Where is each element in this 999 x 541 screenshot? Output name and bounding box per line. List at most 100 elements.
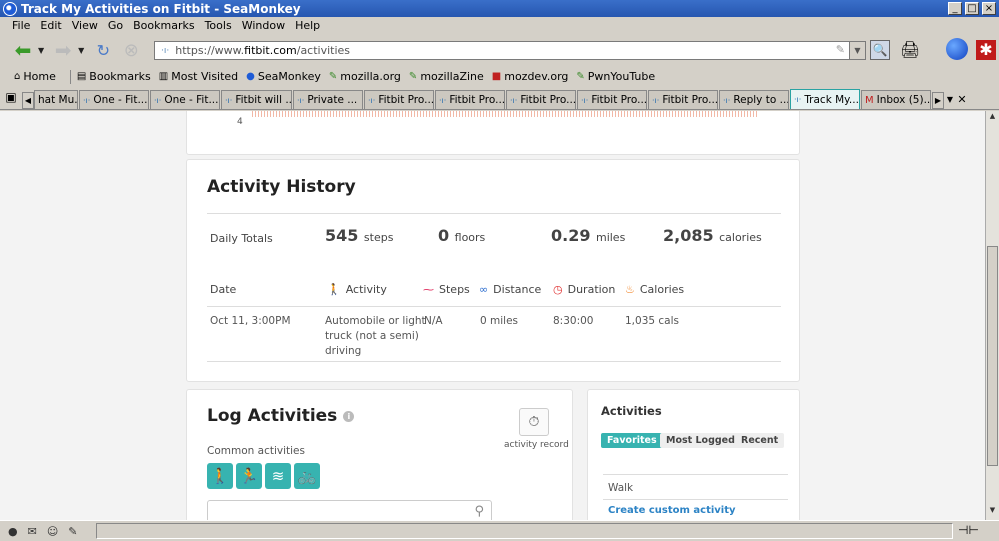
search-go-icon[interactable]: 🔍	[870, 40, 890, 60]
steps-value: 545	[325, 226, 359, 245]
tab-most-logged[interactable]: Most Logged	[660, 433, 741, 448]
daily-totals-row: Daily Totals 545 steps 0 floors 0.29 mil…	[207, 223, 781, 253]
menu-edit[interactable]: Edit	[40, 19, 61, 32]
tab[interactable]: hat Mu...	[34, 90, 78, 109]
seamonkey-logo-icon	[946, 38, 968, 60]
back-arrow-icon[interactable]: ⬅	[10, 37, 36, 63]
bookmark-bookmarks[interactable]: ▤ Bookmarks	[77, 70, 151, 83]
scroll-down-icon[interactable]: ▼	[987, 506, 998, 519]
stop-icon[interactable]: ⊗	[118, 37, 144, 63]
tab[interactable]: ·ı· Fitbit Pro...	[435, 90, 505, 109]
scrollbar-thumb[interactable]	[987, 246, 998, 466]
tab[interactable]: ·ı· Fitbit Pro...	[506, 90, 576, 109]
fitbit-favicon-icon: ·ı·	[297, 95, 305, 105]
tab[interactable]: ·ı· Private ...	[293, 90, 363, 109]
bookmark-page-icon[interactable]: ✎	[836, 43, 845, 56]
tab-bar: ▣ ◀ hat Mu... ·ı·One - Fit... ·ı·One - F…	[0, 89, 999, 110]
tab[interactable]: M Inbox (5)...	[861, 90, 931, 109]
tab-active[interactable]: ·ı· Track My...	[790, 89, 860, 109]
site-identity-icon: ·ı·	[161, 45, 170, 56]
close-window-button[interactable]: ×	[982, 2, 996, 15]
mail-icon[interactable]: ✉	[28, 525, 37, 538]
bookmark-mozillazine[interactable]: ✎ mozillaZine	[409, 70, 484, 83]
menu-bookmarks[interactable]: Bookmarks	[133, 19, 194, 32]
most-visited-icon: ▥	[158, 71, 169, 82]
activity-record-label[interactable]: activity record	[504, 440, 569, 450]
scroll-up-icon[interactable]: ▲	[987, 112, 998, 125]
fitbit-favicon-icon: ·ı·	[510, 95, 518, 105]
sidebar-toggle-icon[interactable]: ▣	[0, 90, 22, 109]
row-steps: N/A	[424, 315, 443, 327]
fitbit-favicon-icon: ·ı·	[368, 95, 376, 105]
activity-record-stopwatch-icon[interactable]: ⏱	[519, 408, 549, 436]
divider	[207, 361, 781, 362]
menu-go[interactable]: Go	[108, 19, 123, 32]
bookmark-home[interactable]: ⌂ Home	[14, 70, 56, 83]
walk-activity-icon[interactable]: 🚶	[207, 463, 233, 489]
row-calories: 1,035 cals	[625, 315, 679, 327]
tab[interactable]: ·ı· Fitbit will ...	[221, 90, 292, 109]
forward-arrow-icon[interactable]: ➡	[50, 37, 76, 63]
log-activities-title-text: Log Activities	[207, 406, 338, 426]
tab[interactable]: ·ı· Fitbit Pro...	[648, 90, 718, 109]
url-path: /activities	[296, 44, 351, 57]
tab[interactable]: ·ı· Fitbit Pro...	[364, 90, 434, 109]
menu-help[interactable]: Help	[295, 19, 320, 32]
fitbit-favicon-icon: ·ı·	[439, 95, 447, 105]
bookmark-pwnyoutube[interactable]: ✎ PwnYouTube	[576, 70, 655, 83]
create-custom-activity-link[interactable]: Create custom activity	[608, 505, 736, 516]
tab[interactable]: ·ı· Reply to ...	[719, 90, 789, 109]
floors-value: 0	[438, 226, 450, 245]
scroll-tabs-right-icon[interactable]: ▶	[932, 92, 944, 109]
composer-icon[interactable]: ✎	[68, 525, 77, 538]
forward-dropdown-icon[interactable]: ▼	[78, 46, 84, 55]
print-icon[interactable]: 🖨	[900, 40, 920, 59]
tab-label: hat Mu...	[38, 94, 78, 106]
steps-header-label: Steps	[439, 283, 470, 296]
activity-list-item[interactable]: Walk	[603, 474, 788, 500]
tab[interactable]: ·ı· Fitbit Pro...	[577, 90, 647, 109]
list-all-tabs-icon[interactable]: ▼	[944, 92, 956, 109]
tab[interactable]: ·ı· One - Fit...	[79, 90, 149, 109]
page-scrollbar[interactable]: ▲ ▼	[985, 111, 999, 520]
scroll-tabs-left-icon[interactable]: ◀	[22, 92, 34, 109]
back-dropdown-icon[interactable]: ▼	[38, 46, 44, 55]
miles-value: 0.29	[551, 226, 591, 245]
search-icon[interactable]: ⚲	[474, 504, 484, 519]
reload-icon[interactable]: ↻	[90, 37, 116, 63]
miles-total: 0.29 miles	[551, 226, 625, 245]
divider	[207, 306, 781, 307]
bookmark-mozdev-org[interactable]: ■ mozdev.org	[492, 70, 569, 83]
tab-favorites[interactable]: Favorites	[601, 433, 663, 448]
menu-tools[interactable]: Tools	[205, 19, 232, 32]
tab-recent[interactable]: Recent	[735, 433, 785, 448]
minimize-button[interactable]: _	[948, 2, 962, 15]
activities-panel: Activities Favorites Most Logged Recent …	[587, 389, 800, 520]
bookmark-most-visited[interactable]: ▥ Most Visited	[159, 70, 238, 83]
tab-label: Fitbit Pro...	[449, 94, 505, 106]
menu-file[interactable]: File	[12, 19, 30, 32]
info-icon[interactable]: i	[343, 410, 355, 422]
menu-bar: File Edit View Go Bookmarks Tools Window…	[0, 17, 999, 34]
bookmark-leaf-icon: ✎	[328, 71, 338, 82]
url-history-dropdown-icon[interactable]: ▼	[849, 42, 865, 59]
activity-search-input[interactable]: ⚲	[207, 500, 492, 520]
online-status-icon[interactable]: ●	[8, 525, 18, 538]
miles-unit: miles	[595, 231, 626, 244]
swim-activity-icon[interactable]: ≋	[265, 463, 291, 489]
menu-window[interactable]: Window	[242, 19, 285, 32]
bike-activity-icon[interactable]: 🚲	[294, 463, 320, 489]
flame-icon: ♨	[625, 283, 635, 296]
seamonkey-app-icon	[3, 1, 17, 16]
url-bar[interactable]: ·ı· https://www. fitbit.com/activities ✎ …	[154, 41, 866, 60]
menu-view[interactable]: View	[72, 19, 98, 32]
run-activity-icon[interactable]: 🏃	[236, 463, 262, 489]
bookmark-seamonkey[interactable]: ● SeaMonkey	[246, 70, 321, 83]
tab[interactable]: ·ı· One - Fit...	[150, 90, 220, 109]
throbber-icon: ✱	[976, 40, 996, 60]
chat-icon[interactable]: ☺	[47, 525, 58, 538]
bookmark-mozilla-org[interactable]: ✎ mozilla.org	[329, 70, 401, 83]
close-tab-icon[interactable]: ✕	[956, 92, 968, 109]
daily-totals-label: Daily Totals	[210, 232, 273, 245]
maximize-button[interactable]: □	[965, 2, 979, 15]
